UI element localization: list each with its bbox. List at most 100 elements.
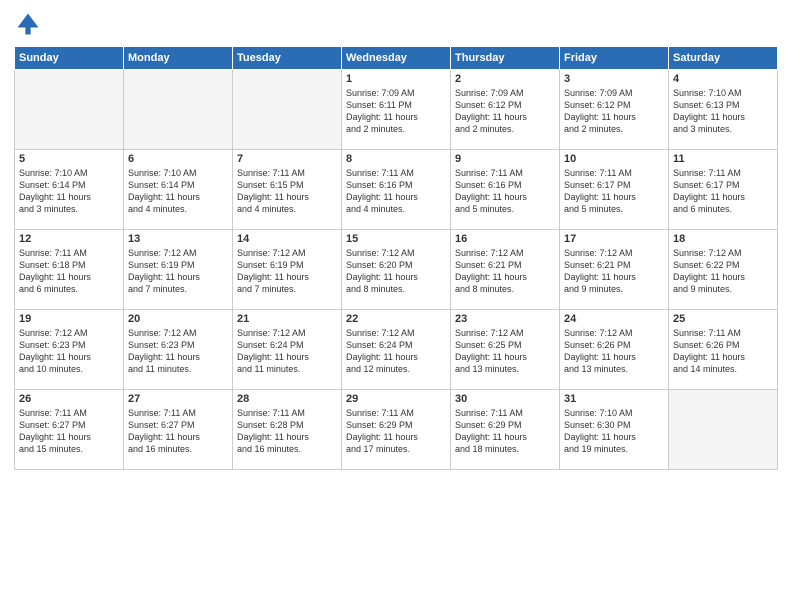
week-row-3: 12Sunrise: 7:11 AM Sunset: 6:18 PM Dayli…: [15, 230, 778, 310]
day-number: 6: [128, 153, 228, 165]
day-number: 27: [128, 393, 228, 405]
day-cell: 15Sunrise: 7:12 AM Sunset: 6:20 PM Dayli…: [342, 230, 451, 310]
day-info: Sunrise: 7:12 AM Sunset: 6:22 PM Dayligh…: [673, 247, 773, 296]
day-cell: 23Sunrise: 7:12 AM Sunset: 6:25 PM Dayli…: [451, 310, 560, 390]
day-cell: 1 Sunrise: 7:09 AM Sunset: 6:11 PM Daylig…: [342, 70, 451, 150]
weekday-tuesday: Tuesday: [233, 47, 342, 70]
day-cell: 6 Sunrise: 7:10 AM Sunset: 6:14 PM Daylig…: [124, 150, 233, 230]
day-info: Sunrise: 7:12 AM Sunset: 6:21 PM Dayligh…: [455, 247, 555, 296]
day-cell: 10 Sunrise: 7:11 AM Sunset: 6:17 PM Dayli…: [560, 150, 669, 230]
day-number: 31: [564, 393, 664, 405]
day-cell: 9 Sunrise: 7:11 AM Sunset: 6:16 PM Daylig…: [451, 150, 560, 230]
day-number: 9: [455, 153, 555, 165]
day-cell: [15, 70, 124, 150]
day-info: Sunrise: 7:11 AM Sunset: 6:18 PM Dayligh…: [19, 247, 119, 296]
day-info: Sunrise: 7:12 AM Sunset: 6:21 PM Dayligh…: [564, 247, 664, 296]
day-cell: 28 Sunrise: 7:11 AM Sunset: 6:28 PM Dayli…: [233, 390, 342, 470]
day-cell: 18 Sunrise: 7:12 AM Sunset: 6:22 PM Dayli…: [669, 230, 778, 310]
weekday-monday: Monday: [124, 47, 233, 70]
day-cell: 14 Sunrise: 7:12 AM Sunset: 6:19 PM Dayli…: [233, 230, 342, 310]
day-cell: 5 Sunrise: 7:10 AM Sunset: 6:14 PM Daylig…: [15, 150, 124, 230]
day-number: 11: [673, 153, 773, 165]
day-number: 7: [237, 153, 337, 165]
day-info: Sunrise: 7:11 AM Sunset: 6:17 PM Dayligh…: [564, 167, 664, 216]
day-cell: 30 Sunrise: 7:11 AM Sunset: 6:29 PM Dayli…: [451, 390, 560, 470]
weekday-header-row: SundayMondayTuesdayWednesdayThursdayFrid…: [15, 47, 778, 70]
day-number: 26: [19, 393, 119, 405]
header: [14, 10, 778, 38]
day-number: 30: [455, 393, 555, 405]
day-info: Sunrise: 7:09 AM Sunset: 6:12 PM Dayligh…: [564, 87, 664, 136]
day-number: 14: [237, 233, 337, 245]
page: SundayMondayTuesdayWednesdayThursdayFrid…: [0, 0, 792, 612]
day-info: Sunrise: 7:11 AM Sunset: 6:27 PM Dayligh…: [19, 407, 119, 456]
day-cell: 22Sunrise: 7:12 AM Sunset: 6:24 PM Dayli…: [342, 310, 451, 390]
day-cell: 12Sunrise: 7:11 AM Sunset: 6:18 PM Dayli…: [15, 230, 124, 310]
day-info: Sunrise: 7:10 AM Sunset: 6:14 PM Dayligh…: [128, 167, 228, 216]
day-cell: 7 Sunrise: 7:11 AM Sunset: 6:15 PM Daylig…: [233, 150, 342, 230]
week-row-2: 5 Sunrise: 7:10 AM Sunset: 6:14 PM Daylig…: [15, 150, 778, 230]
day-info: Sunrise: 7:11 AM Sunset: 6:26 PM Dayligh…: [673, 327, 773, 376]
day-cell: 31Sunrise: 7:10 AM Sunset: 6:30 PM Dayli…: [560, 390, 669, 470]
logo: [14, 10, 44, 38]
day-number: 19: [19, 313, 119, 325]
day-number: 20: [128, 313, 228, 325]
day-info: Sunrise: 7:11 AM Sunset: 6:15 PM Dayligh…: [237, 167, 337, 216]
day-info: Sunrise: 7:12 AM Sunset: 6:20 PM Dayligh…: [346, 247, 446, 296]
day-number: 17: [564, 233, 664, 245]
day-number: 21: [237, 313, 337, 325]
day-info: Sunrise: 7:12 AM Sunset: 6:19 PM Dayligh…: [237, 247, 337, 296]
day-number: 8: [346, 153, 446, 165]
day-cell: [669, 390, 778, 470]
day-number: 24: [564, 313, 664, 325]
day-cell: [124, 70, 233, 150]
day-info: Sunrise: 7:11 AM Sunset: 6:16 PM Dayligh…: [455, 167, 555, 216]
day-cell: 25 Sunrise: 7:11 AM Sunset: 6:26 PM Dayli…: [669, 310, 778, 390]
week-row-1: 1 Sunrise: 7:09 AM Sunset: 6:11 PM Daylig…: [15, 70, 778, 150]
day-cell: 26 Sunrise: 7:11 AM Sunset: 6:27 PM Dayli…: [15, 390, 124, 470]
day-cell: 27 Sunrise: 7:11 AM Sunset: 6:27 PM Dayli…: [124, 390, 233, 470]
day-info: Sunrise: 7:12 AM Sunset: 6:19 PM Dayligh…: [128, 247, 228, 296]
day-number: 13: [128, 233, 228, 245]
day-number: 3: [564, 73, 664, 85]
calendar-table: SundayMondayTuesdayWednesdayThursdayFrid…: [14, 46, 778, 470]
day-info: Sunrise: 7:09 AM Sunset: 6:11 PM Dayligh…: [346, 87, 446, 136]
day-info: Sunrise: 7:11 AM Sunset: 6:29 PM Dayligh…: [455, 407, 555, 456]
day-info: Sunrise: 7:09 AM Sunset: 6:12 PM Dayligh…: [455, 87, 555, 136]
day-cell: 16 Sunrise: 7:12 AM Sunset: 6:21 PM Dayli…: [451, 230, 560, 310]
weekday-thursday: Thursday: [451, 47, 560, 70]
day-number: 18: [673, 233, 773, 245]
day-number: 10: [564, 153, 664, 165]
day-cell: [233, 70, 342, 150]
logo-icon: [14, 10, 42, 38]
day-number: 5: [19, 153, 119, 165]
day-info: Sunrise: 7:12 AM Sunset: 6:24 PM Dayligh…: [237, 327, 337, 376]
day-number: 23: [455, 313, 555, 325]
week-row-5: 26 Sunrise: 7:11 AM Sunset: 6:27 PM Dayli…: [15, 390, 778, 470]
day-number: 4: [673, 73, 773, 85]
day-info: Sunrise: 7:12 AM Sunset: 6:23 PM Dayligh…: [19, 327, 119, 376]
weekday-saturday: Saturday: [669, 47, 778, 70]
day-cell: 4Sunrise: 7:10 AM Sunset: 6:13 PM Daylig…: [669, 70, 778, 150]
day-cell: 19 Sunrise: 7:12 AM Sunset: 6:23 PM Dayli…: [15, 310, 124, 390]
day-cell: 2Sunrise: 7:09 AM Sunset: 6:12 PM Daylig…: [451, 70, 560, 150]
day-number: 16: [455, 233, 555, 245]
day-info: Sunrise: 7:10 AM Sunset: 6:14 PM Dayligh…: [19, 167, 119, 216]
weekday-friday: Friday: [560, 47, 669, 70]
day-cell: 24Sunrise: 7:12 AM Sunset: 6:26 PM Dayli…: [560, 310, 669, 390]
day-info: Sunrise: 7:11 AM Sunset: 6:28 PM Dayligh…: [237, 407, 337, 456]
day-number: 25: [673, 313, 773, 325]
weekday-wednesday: Wednesday: [342, 47, 451, 70]
day-number: 28: [237, 393, 337, 405]
day-info: Sunrise: 7:11 AM Sunset: 6:17 PM Dayligh…: [673, 167, 773, 216]
day-cell: 8 Sunrise: 7:11 AM Sunset: 6:16 PM Daylig…: [342, 150, 451, 230]
day-info: Sunrise: 7:12 AM Sunset: 6:23 PM Dayligh…: [128, 327, 228, 376]
day-number: 1: [346, 73, 446, 85]
day-info: Sunrise: 7:11 AM Sunset: 6:16 PM Dayligh…: [346, 167, 446, 216]
day-cell: 21 Sunrise: 7:12 AM Sunset: 6:24 PM Dayli…: [233, 310, 342, 390]
day-info: Sunrise: 7:11 AM Sunset: 6:29 PM Dayligh…: [346, 407, 446, 456]
day-number: 22: [346, 313, 446, 325]
day-number: 29: [346, 393, 446, 405]
day-cell: 29 Sunrise: 7:11 AM Sunset: 6:29 PM Dayli…: [342, 390, 451, 470]
day-info: Sunrise: 7:11 AM Sunset: 6:27 PM Dayligh…: [128, 407, 228, 456]
